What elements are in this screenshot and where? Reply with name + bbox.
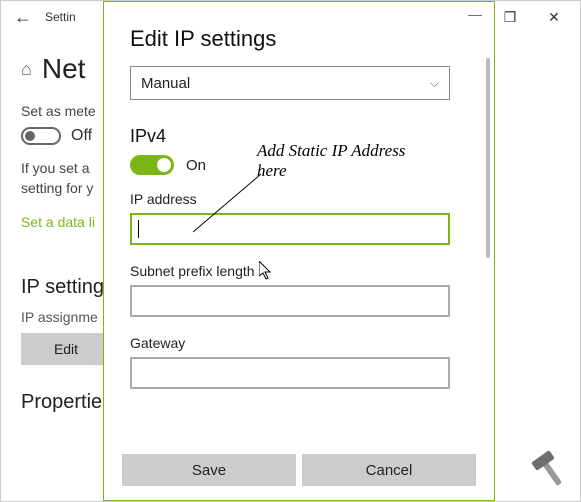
cancel-button[interactable]: Cancel xyxy=(302,454,476,486)
ipv4-toggle[interactable] xyxy=(130,155,174,175)
ip-address-input[interactable] xyxy=(130,213,450,245)
data-limit-link[interactable]: Set a data li xyxy=(21,214,95,230)
subnet-label: Subnet prefix length xyxy=(130,263,468,279)
dlg-titlebar: — xyxy=(104,2,494,26)
text-caret xyxy=(138,220,139,238)
metered-state: Off xyxy=(71,127,92,145)
gateway-input[interactable] xyxy=(130,357,450,389)
hammer-watermark-icon xyxy=(526,447,576,497)
bg-window-controls: ❐ ✕ xyxy=(488,1,576,33)
scrollbar[interactable] xyxy=(486,58,490,258)
edit-ip-dialog: — Edit IP settings Manual ⌵ IPv4 On IP a… xyxy=(103,1,495,501)
metered-toggle[interactable] xyxy=(21,127,61,145)
bg-window-title: Settin xyxy=(45,10,76,24)
ipv4-heading: IPv4 xyxy=(130,126,468,147)
ip-address-label: IP address xyxy=(130,191,468,207)
home-icon: ⌂ xyxy=(21,59,32,80)
minimize-button[interactable]: — xyxy=(462,6,488,22)
gateway-label: Gateway xyxy=(130,335,468,351)
ip-mode-value: Manual xyxy=(141,75,190,92)
page-title: Net xyxy=(42,53,86,85)
ip-mode-select[interactable]: Manual ⌵ xyxy=(130,66,450,100)
ipv4-state: On xyxy=(186,157,206,174)
chevron-down-icon: ⌵ xyxy=(430,76,439,91)
save-button[interactable]: Save xyxy=(122,454,296,486)
dialog-title: Edit IP settings xyxy=(130,26,468,52)
back-button[interactable]: ← xyxy=(5,1,41,33)
edit-button[interactable]: Edit xyxy=(21,333,111,365)
ipv4-toggle-row: On xyxy=(130,155,468,175)
close-button[interactable]: ✕ xyxy=(532,1,576,33)
dlg-content: Edit IP settings Manual ⌵ IPv4 On IP add… xyxy=(104,26,494,454)
subnet-input[interactable] xyxy=(130,285,450,317)
dlg-footer: Save Cancel xyxy=(104,454,494,500)
